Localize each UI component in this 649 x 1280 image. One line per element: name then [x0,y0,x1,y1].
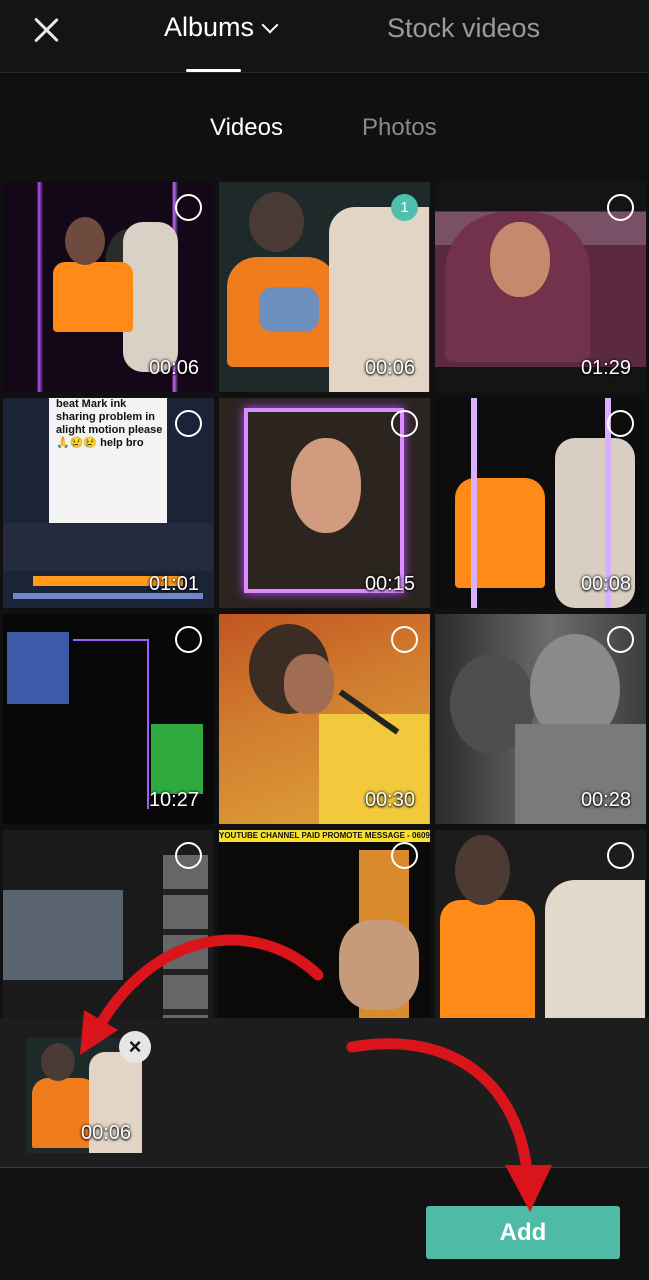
tab-stock-videos[interactable]: Stock videos [387,13,540,44]
select-circle[interactable] [175,626,202,653]
subtab-videos[interactable]: Videos [210,114,283,142]
select-circle[interactable] [607,194,634,221]
chevron-down-icon [261,16,279,33]
duration-label: 00:06 [148,357,199,379]
tile-banner: YOUTUBE CHANNEL PAID PROMOTE MESSAGE - 0… [219,830,430,842]
duration-label: 01:29 [580,357,631,379]
duration-label: 00:08 [580,573,631,595]
media-tile[interactable]: beat Mark ink sharing problem in alight … [3,398,214,608]
select-circle[interactable] [607,842,634,869]
tab-albums-label: Albums [164,12,255,42]
media-tile[interactable]: 1 00:06 [219,182,430,392]
close-icon[interactable] [28,12,64,48]
media-tile[interactable]: YOUTUBE CHANNEL PAID PROMOTE MESSAGE - 0… [219,830,430,1018]
duration-label: 00:06 [364,357,415,379]
media-tile[interactable]: 01:29 [435,182,646,392]
duration-label: 00:15 [364,573,415,595]
media-tile[interactable]: 00:06 [3,182,214,392]
duration-label: 00:28 [580,789,631,811]
media-tile[interactable]: 00:30 [219,614,430,824]
select-circle[interactable] [607,410,634,437]
media-tile[interactable] [435,830,646,1018]
tile-caption: beat Mark ink sharing problem in alight … [56,398,163,449]
duration-label: 00:30 [364,789,415,811]
remove-icon[interactable]: × [119,1031,151,1063]
select-circle[interactable] [175,842,202,869]
select-circle[interactable] [391,626,418,653]
duration-label: 01:01 [148,573,199,595]
media-tile[interactable]: 00:28 [435,614,646,824]
thumbnail-duration: 00:06 [81,1122,132,1144]
select-circle[interactable] [391,842,418,869]
media-tile[interactable] [3,830,214,1018]
media-tile[interactable]: 10:27 [3,614,214,824]
tab-albums[interactable]: Albums [164,12,279,43]
select-circle[interactable] [175,410,202,437]
select-circle[interactable] [607,626,634,653]
duration-label: 10:27 [148,789,199,811]
select-circle[interactable] [175,194,202,221]
subtab-photos[interactable]: Photos [362,114,437,142]
add-button[interactable]: Add [426,1206,620,1259]
header-divider [0,72,649,73]
media-tile[interactable]: 00:15 [219,398,430,608]
top-bar: Albums Stock videos [0,0,649,72]
selected-badge[interactable]: 1 [391,194,418,221]
select-circle[interactable] [391,410,418,437]
media-tile[interactable]: 00:08 [435,398,646,608]
